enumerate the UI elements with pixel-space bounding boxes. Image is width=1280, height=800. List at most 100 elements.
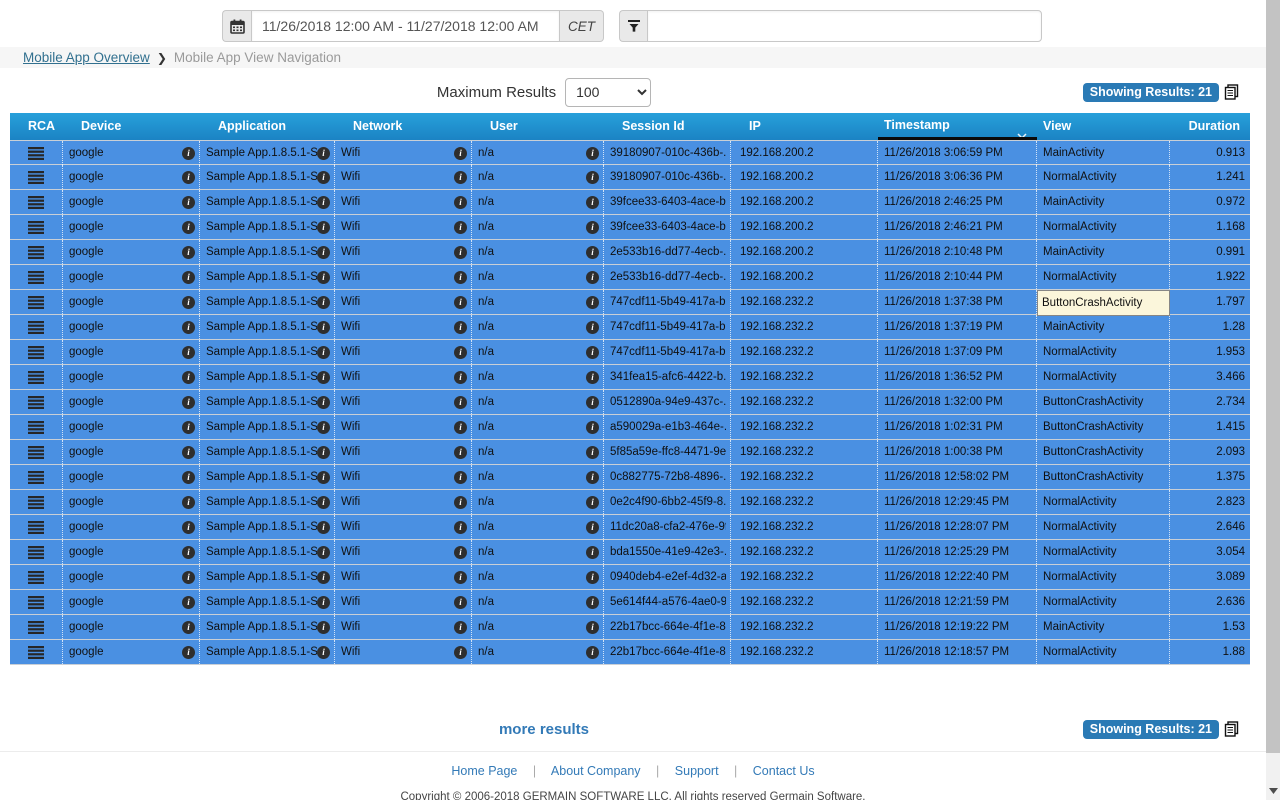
max-results-select[interactable]: 100: [565, 78, 651, 107]
column-header-session-id[interactable]: Session Id: [604, 113, 731, 140]
application-info-icon[interactable]: i: [317, 496, 330, 509]
table-row[interactable]: google i Sample App.1.8.5.1-SN i Wifi i …: [10, 615, 1250, 640]
view-cell[interactable]: NormalActivity: [1037, 565, 1170, 589]
view-cell[interactable]: NormalActivity: [1037, 590, 1170, 614]
view-cell[interactable]: ButtonCrashActivity: [1037, 415, 1170, 439]
device-info-icon[interactable]: i: [182, 396, 195, 409]
network-info-icon[interactable]: i: [454, 571, 467, 584]
rca-list-icon[interactable]: [28, 396, 44, 409]
footer-link-contact[interactable]: Contact Us: [753, 764, 815, 778]
rca-list-icon[interactable]: [28, 496, 44, 509]
table-row[interactable]: google i Sample App.1.8.5.1-SN i Wifi i …: [10, 365, 1250, 390]
device-info-icon[interactable]: i: [182, 221, 195, 234]
rca-list-icon[interactable]: [28, 421, 44, 434]
table-row[interactable]: google i Sample App.1.8.5.1-SN i Wifi i …: [10, 290, 1250, 315]
view-cell[interactable]: NormalActivity: [1037, 515, 1170, 539]
device-info-icon[interactable]: i: [182, 646, 195, 659]
view-cell[interactable]: NormalActivity: [1037, 540, 1170, 564]
export-copy-icon[interactable]: [1224, 83, 1239, 101]
application-info-icon[interactable]: i: [317, 596, 330, 609]
column-header-rca[interactable]: RCA: [10, 113, 63, 140]
device-info-icon[interactable]: i: [182, 271, 195, 284]
device-info-icon[interactable]: i: [182, 196, 195, 209]
view-cell[interactable]: NormalActivity: [1037, 365, 1170, 389]
rca-list-icon[interactable]: [28, 471, 44, 484]
table-row[interactable]: google i Sample App.1.8.5.1-SN i Wifi i …: [10, 340, 1250, 365]
breadcrumb-parent-link[interactable]: Mobile App Overview: [23, 50, 150, 65]
rca-list-icon[interactable]: [28, 196, 44, 209]
rca-list-icon[interactable]: [28, 646, 44, 659]
user-info-icon[interactable]: i: [586, 546, 599, 559]
rca-list-icon[interactable]: [28, 621, 44, 634]
user-info-icon[interactable]: i: [586, 246, 599, 259]
filter-input[interactable]: [647, 10, 1042, 42]
date-range-input[interactable]: [251, 10, 560, 42]
table-row[interactable]: google i Sample App.1.8.5.1-SN i Wifi i …: [10, 265, 1250, 290]
user-info-icon[interactable]: i: [586, 221, 599, 234]
user-info-icon[interactable]: i: [586, 496, 599, 509]
user-info-icon[interactable]: i: [586, 571, 599, 584]
column-header-user[interactable]: User: [472, 113, 604, 140]
application-info-icon[interactable]: i: [317, 296, 330, 309]
application-info-icon[interactable]: i: [317, 546, 330, 559]
device-info-icon[interactable]: i: [182, 296, 195, 309]
user-info-icon[interactable]: i: [586, 147, 599, 160]
column-header-application[interactable]: Application: [200, 113, 335, 140]
user-info-icon[interactable]: i: [586, 171, 599, 184]
filter-icon[interactable]: [619, 10, 647, 42]
rca-list-icon[interactable]: [28, 571, 44, 584]
table-row[interactable]: google i Sample App.1.8.5.1-SN i Wifi i …: [10, 515, 1250, 540]
device-info-icon[interactable]: i: [182, 246, 195, 259]
network-info-icon[interactable]: i: [454, 621, 467, 634]
column-header-timestamp-sorted[interactable]: Timestamp: [878, 113, 1037, 140]
device-info-icon[interactable]: i: [182, 471, 195, 484]
rca-list-icon[interactable]: [28, 296, 44, 309]
table-row[interactable]: google i Sample App.1.8.5.1-SN i Wifi i …: [10, 640, 1250, 665]
device-info-icon[interactable]: i: [182, 596, 195, 609]
device-info-icon[interactable]: i: [182, 147, 195, 160]
network-info-icon[interactable]: i: [454, 147, 467, 160]
table-row[interactable]: google i Sample App.1.8.5.1-SN i Wifi i …: [10, 140, 1250, 165]
application-info-icon[interactable]: i: [317, 246, 330, 259]
table-row[interactable]: google i Sample App.1.8.5.1-SN i Wifi i …: [10, 440, 1250, 465]
export-copy-icon-bottom[interactable]: [1224, 720, 1239, 738]
rca-list-icon[interactable]: [28, 321, 44, 334]
network-info-icon[interactable]: i: [454, 471, 467, 484]
rca-list-icon[interactable]: [28, 446, 44, 459]
application-info-icon[interactable]: i: [317, 621, 330, 634]
rca-list-icon[interactable]: [28, 596, 44, 609]
user-info-icon[interactable]: i: [586, 646, 599, 659]
user-info-icon[interactable]: i: [586, 396, 599, 409]
user-info-icon[interactable]: i: [586, 196, 599, 209]
device-info-icon[interactable]: i: [182, 496, 195, 509]
user-info-icon[interactable]: i: [586, 471, 599, 484]
user-info-icon[interactable]: i: [586, 296, 599, 309]
application-info-icon[interactable]: i: [317, 571, 330, 584]
rca-list-icon[interactable]: [28, 246, 44, 259]
column-header-network[interactable]: Network: [335, 113, 472, 140]
view-cell[interactable]: MainActivity: [1037, 190, 1170, 214]
table-row[interactable]: google i Sample App.1.8.5.1-SN i Wifi i …: [10, 415, 1250, 440]
user-info-icon[interactable]: i: [586, 321, 599, 334]
device-info-icon[interactable]: i: [182, 421, 195, 434]
user-info-icon[interactable]: i: [586, 271, 599, 284]
view-cell[interactable]: MainActivity: [1037, 141, 1170, 165]
table-row[interactable]: google i Sample App.1.8.5.1-SN i Wifi i …: [10, 540, 1250, 565]
application-info-icon[interactable]: i: [317, 321, 330, 334]
column-header-view[interactable]: View: [1037, 113, 1170, 140]
footer-link-home[interactable]: Home Page: [451, 764, 517, 778]
application-info-icon[interactable]: i: [317, 346, 330, 359]
application-info-icon[interactable]: i: [317, 196, 330, 209]
application-info-icon[interactable]: i: [317, 171, 330, 184]
footer-link-about[interactable]: About Company: [551, 764, 641, 778]
rca-list-icon[interactable]: [28, 346, 44, 359]
table-row[interactable]: google i Sample App.1.8.5.1-SN i Wifi i …: [10, 165, 1250, 190]
rca-list-icon[interactable]: [28, 171, 44, 184]
network-info-icon[interactable]: i: [454, 496, 467, 509]
application-info-icon[interactable]: i: [317, 421, 330, 434]
view-cell[interactable]: ButtonCrashActivity: [1037, 390, 1170, 414]
network-info-icon[interactable]: i: [454, 396, 467, 409]
rca-list-icon[interactable]: [28, 147, 44, 160]
calendar-icon[interactable]: [222, 10, 251, 42]
device-info-icon[interactable]: i: [182, 521, 195, 534]
